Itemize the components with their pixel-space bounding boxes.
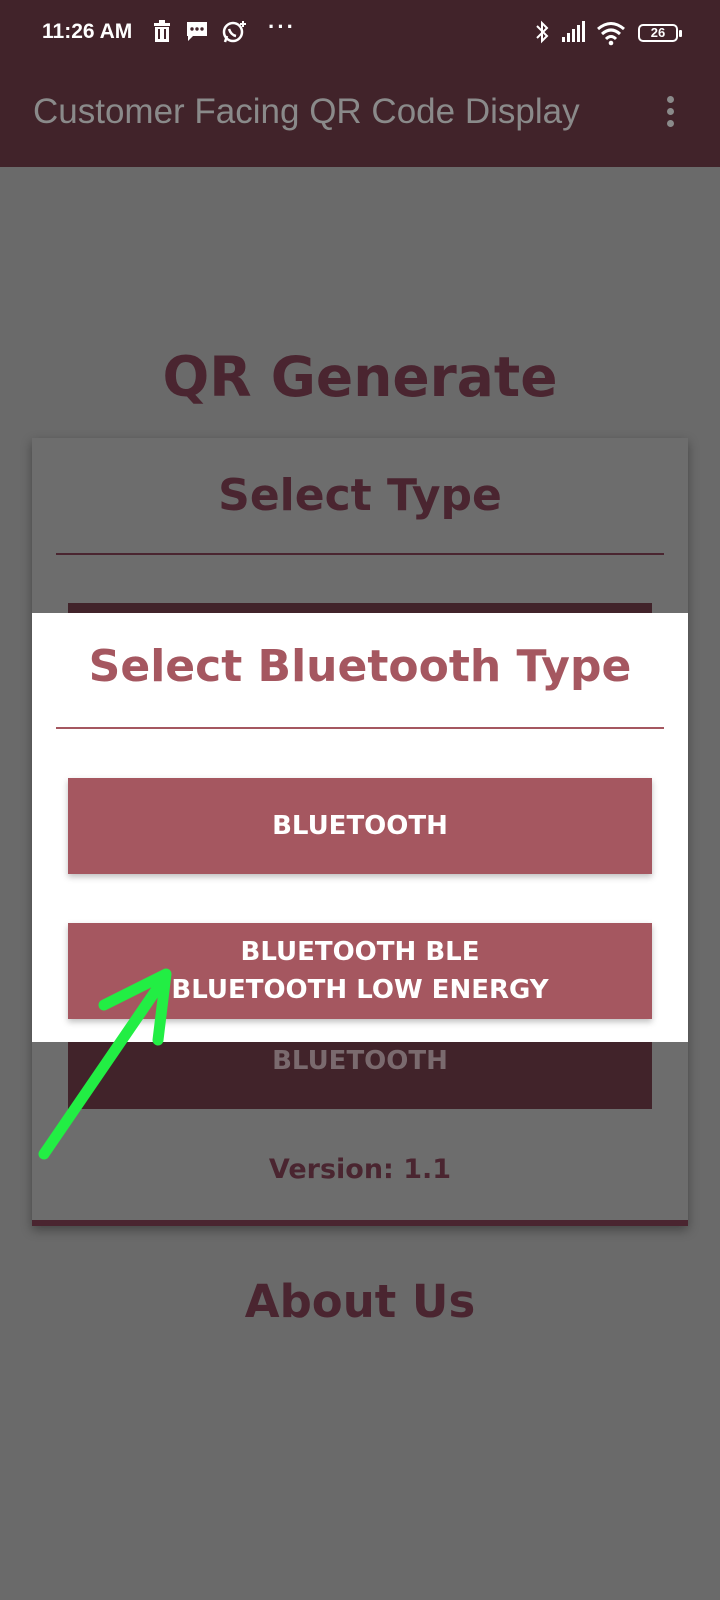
about-us-heading[interactable]: About Us [0, 1275, 720, 1328]
whatsapp-icon [222, 21, 246, 43]
wifi-icon [597, 22, 625, 46]
bluetooth-low-energy-label: BLUETOOTH LOW ENERGY [171, 975, 549, 1005]
app-bar: Customer Facing QR Code Display [0, 70, 720, 167]
message-icon [187, 22, 207, 41]
bluetooth-ble-label: BLUETOOTH BLE [240, 937, 480, 967]
status-bar: 11:26 AM ··· 26 [0, 0, 720, 70]
card-divider [56, 553, 664, 555]
more-dots-icon: ··· [268, 14, 296, 39]
battery-icon: 26 [638, 24, 682, 42]
bluetooth-ble-button[interactable]: BLUETOOTH BLE BLUETOOTH LOW ENERGY [68, 923, 652, 1019]
card-title: Select Type [218, 470, 502, 521]
bluetooth-button[interactable]: BLUETOOTH [68, 778, 652, 874]
page-heading: QR Generate [162, 345, 558, 409]
version-label: Version: 1.1 [268, 1154, 452, 1185]
bluetooth-icon [536, 20, 549, 44]
app-title: Customer Facing QR Code Display [33, 92, 580, 131]
delete-icon [154, 20, 170, 42]
status-time: 11:26 AM [42, 20, 133, 43]
signal-icon [562, 21, 585, 42]
dialog-divider [56, 727, 664, 729]
bluetooth-type-dialog: Select Bluetooth Type BLUETOOTH BLUETOOT… [32, 613, 688, 1042]
bluetooth-button-label: BLUETOOTH [272, 811, 448, 841]
dialog-title: Select Bluetooth Type [88, 641, 632, 692]
overflow-menu-icon[interactable] [664, 96, 676, 136]
